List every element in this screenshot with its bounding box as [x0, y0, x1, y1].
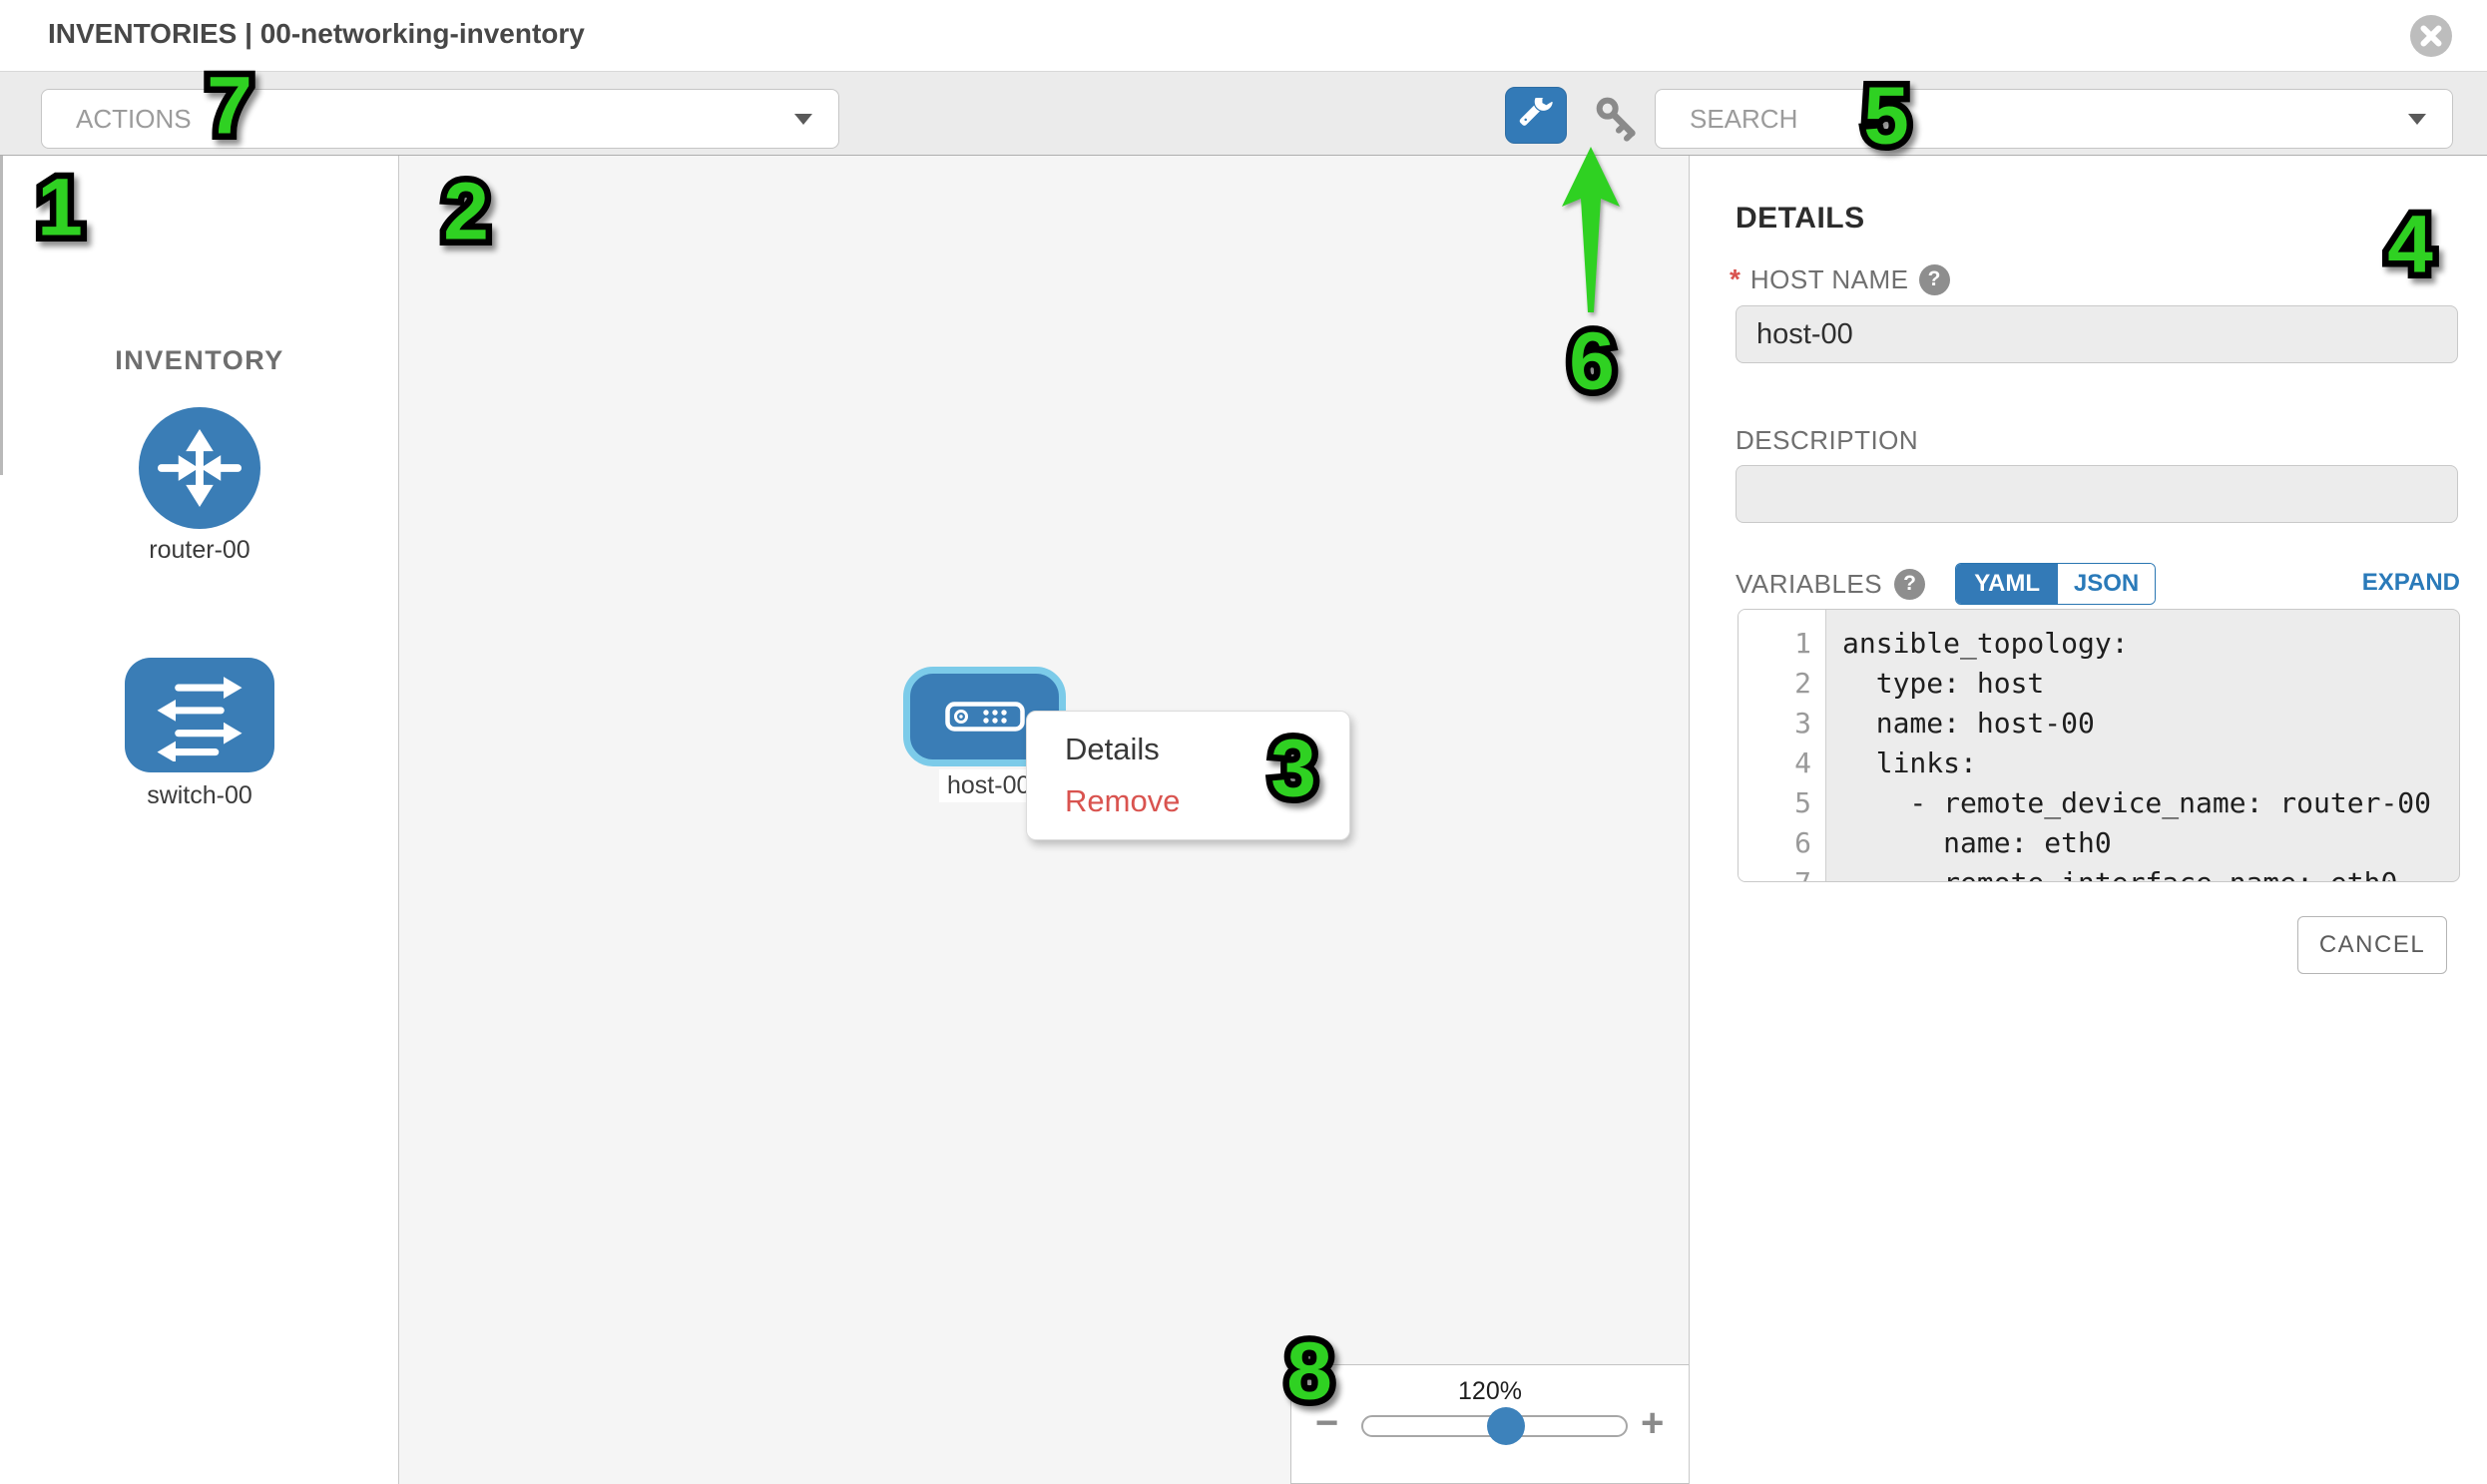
- page-title: INVENTORIES | 00-networking-inventory: [48, 18, 585, 50]
- zoom-control: 120% − +: [1290, 1364, 1689, 1484]
- zoom-level-label: 120%: [1291, 1377, 1689, 1406]
- host-name-label: HOST NAME: [1750, 264, 1909, 295]
- sidebar-device-switch-label: switch-00: [0, 781, 399, 810]
- sidebar-scroll-indicator[interactable]: [0, 156, 3, 475]
- line-number: 2: [1739, 664, 1811, 704]
- line-number: 5: [1739, 783, 1811, 823]
- line-number: 4: [1739, 743, 1811, 783]
- cancel-button[interactable]: CANCEL: [2297, 916, 2447, 974]
- details-panel: DETAILS * HOST NAME ? DESCRIPTION VARIAB…: [1691, 156, 2487, 1484]
- code-line: ansible_topology:: [1842, 624, 2459, 664]
- editor-code: ansible_topology: type: host name: host-…: [1826, 610, 2459, 881]
- switch-icon: [141, 670, 258, 761]
- context-menu-item-details[interactable]: Details: [1065, 732, 1349, 767]
- sidebar-device-router-label: router-00: [0, 536, 399, 565]
- code-line: name: eth0: [1842, 823, 2459, 863]
- zoom-in-button[interactable]: +: [1641, 1403, 1664, 1443]
- variables-format-toggle: YAML JSON: [1955, 563, 2156, 605]
- close-button[interactable]: [2409, 14, 2453, 58]
- context-menu: Details Remove: [1026, 711, 1350, 840]
- editor-line-numbers: 1 2 3 4 5 6 7: [1739, 610, 1826, 881]
- key-icon-glyph: [1600, 101, 1633, 139]
- inventory-sidebar-title: INVENTORY: [0, 345, 399, 376]
- toolbar: ACTIONS SEARCH: [0, 72, 2487, 156]
- caret-down-icon: [2408, 114, 2426, 125]
- context-menu-item-remove[interactable]: Remove: [1065, 783, 1349, 819]
- router-icon: [148, 416, 251, 520]
- variables-label: VARIABLES: [1736, 569, 1882, 600]
- host-name-label-row: * HOST NAME ?: [1730, 263, 1950, 295]
- search-placeholder: SEARCH: [1690, 104, 2408, 135]
- details-panel-title: DETAILS: [1736, 202, 1865, 236]
- json-tab[interactable]: JSON: [2058, 564, 2155, 604]
- inventory-topology-screen: INVENTORIES | 00-networking-inventory AC…: [0, 0, 2487, 1484]
- yaml-tab[interactable]: YAML: [1956, 564, 2058, 604]
- actions-dropdown[interactable]: ACTIONS: [41, 89, 839, 149]
- host-node-label: host-00: [939, 769, 1038, 802]
- zoom-slider-thumb[interactable]: [1487, 1407, 1525, 1445]
- line-number: 3: [1739, 704, 1811, 743]
- wrench-icon: [1518, 98, 1554, 134]
- description-label: DESCRIPTION: [1736, 425, 1918, 456]
- actions-dropdown-placeholder: ACTIONS: [76, 104, 794, 135]
- zoom-slider[interactable]: [1361, 1415, 1628, 1437]
- line-number: 1: [1739, 624, 1811, 664]
- variables-editor[interactable]: 1 2 3 4 5 6 7 ansible_topology: type: ho…: [1738, 609, 2460, 882]
- inventory-sidebar: INVENTORY router-00: [0, 156, 399, 1484]
- variables-row: VARIABLES ? YAML JSON: [1736, 563, 2156, 605]
- code-line: links:: [1842, 743, 2459, 783]
- help-icon[interactable]: ?: [1919, 264, 1950, 295]
- server-icon: [945, 702, 1025, 732]
- description-input[interactable]: [1736, 465, 2458, 523]
- code-line: remote_interface_name: eth0: [1842, 863, 2459, 882]
- page-header: INVENTORIES | 00-networking-inventory: [0, 0, 2487, 72]
- expand-link[interactable]: EXPAND: [2362, 569, 2460, 597]
- sidebar-device-router[interactable]: [139, 407, 260, 529]
- help-icon[interactable]: ?: [1894, 569, 1925, 600]
- line-number: 7: [1739, 863, 1811, 882]
- caret-down-icon: [794, 114, 812, 125]
- toggle-toolbox-button[interactable]: [1505, 87, 1567, 144]
- host-name-input[interactable]: [1736, 305, 2458, 363]
- line-number: 6: [1739, 823, 1811, 863]
- close-icon: [2410, 15, 2452, 57]
- topology-canvas[interactable]: host-00 Details Remove 120% − +: [399, 156, 1690, 1484]
- code-line: type: host: [1842, 664, 2459, 704]
- zoom-out-button[interactable]: −: [1315, 1403, 1338, 1443]
- code-line: name: host-00: [1842, 704, 2459, 743]
- search-dropdown[interactable]: SEARCH: [1655, 89, 2453, 149]
- key-icon[interactable]: [1591, 94, 1643, 142]
- code-line: - remote_device_name: router-00: [1842, 783, 2459, 823]
- required-asterisk: *: [1730, 263, 1741, 295]
- sidebar-device-switch[interactable]: [125, 658, 274, 772]
